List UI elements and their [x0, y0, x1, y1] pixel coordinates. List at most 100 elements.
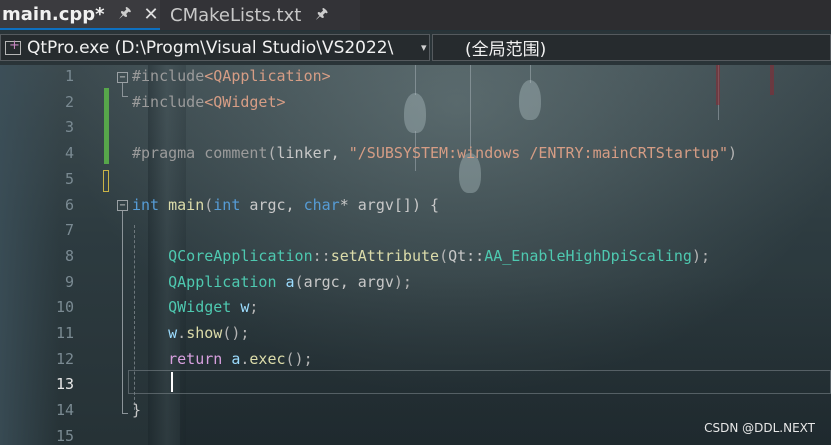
- pin-icon[interactable]: 🖈: [119, 2, 132, 26]
- line-number: 1: [64, 67, 74, 85]
- code-token: );: [393, 272, 412, 291]
- code-token: return: [168, 349, 223, 368]
- code-token: argc,: [240, 195, 304, 214]
- code-token: char: [303, 195, 340, 214]
- code-line[interactable]: 11 w.show();: [0, 320, 831, 346]
- code-token: w: [168, 324, 178, 342]
- code-token: QCoreApplication: [168, 246, 313, 265]
- code-text: QCoreApplication::setAttribute(Qt::AA_En…: [132, 243, 710, 269]
- code-line[interactable]: 9 QApplication a(argc, argv);: [0, 269, 831, 295]
- navigation-bar: QtPro.exe (D:\Progm\Visual Studio\VS2022…: [0, 31, 831, 65]
- code-token: exec: [249, 349, 286, 368]
- line-number: 9: [64, 272, 74, 291]
- code-token: AA_EnableHighDpiScaling: [484, 246, 692, 265]
- code-token: #include: [132, 92, 205, 111]
- tab-cmakelists[interactable]: CMakeLists.txt 🖈: [160, 0, 360, 30]
- code-line[interactable]: 2 #include<QWidget>: [0, 89, 831, 115]
- code-token: (: [294, 272, 304, 291]
- code-token: ();: [285, 349, 313, 368]
- code-text: #include<QWidget>: [132, 89, 286, 115]
- line-number: 13: [55, 375, 74, 394]
- tab-cmakelists-title: CMakeLists.txt: [170, 4, 302, 26]
- code-line[interactable]: 7: [0, 217, 831, 243]
- line-number: 12: [55, 349, 74, 368]
- code-token: #pragma comment: [132, 144, 268, 163]
- code-token: main: [168, 195, 205, 214]
- line-number: 2: [64, 92, 74, 111]
- code-line[interactable]: 14}: [0, 397, 831, 423]
- line-number: 14: [55, 401, 74, 420]
- code-token: ): [728, 144, 738, 163]
- project-icon: [5, 38, 21, 55]
- code-line[interactable]: 8 QCoreApplication::setAttribute(Qt::AA_…: [0, 243, 831, 269]
- code-token: int: [213, 195, 241, 214]
- code-text: int main(int argc, char* argv[]) {: [132, 192, 439, 218]
- code-token: linker,: [276, 144, 349, 163]
- line-number: 4: [64, 144, 74, 163]
- code-line[interactable]: 6 int main(int argc, char* argv[]) {: [0, 192, 831, 218]
- line-number: 7: [64, 221, 74, 240]
- project-dropdown[interactable]: QtPro.exe (D:\Progm\Visual Studio\VS2022…: [0, 34, 430, 61]
- code-token: ::: [312, 246, 331, 265]
- code-token: QWidget: [168, 298, 232, 317]
- close-icon[interactable]: ✕: [144, 4, 159, 25]
- code-token: a: [285, 272, 295, 291]
- code-text: return a.exec();: [132, 346, 313, 372]
- code-line[interactable]: 4 #pragma comment(linker, "/SUBSYSTEM:win…: [0, 140, 831, 166]
- chevron-down-icon[interactable]: ▾: [421, 41, 427, 54]
- code-token: "/SUBSYSTEM:windows /ENTRY:mainCRTStartu…: [348, 144, 729, 163]
- code-token: setAttribute: [330, 246, 440, 265]
- code-token: ;: [249, 298, 259, 317]
- watermark: CSDN @DDL.NEXT: [704, 421, 815, 435]
- code-text: QApplication a(argc, argv);: [132, 269, 412, 295]
- code-text: QWidget w;: [132, 294, 258, 320]
- line-number: 6: [64, 195, 74, 214]
- scope-dropdown[interactable]: (全局范围): [432, 34, 831, 61]
- tab-main-cpp[interactable]: main.cpp* 🖈 ✕: [0, 0, 160, 30]
- code-token: (: [439, 246, 449, 265]
- line-number: 15: [55, 426, 74, 445]
- line-number: 10: [55, 298, 74, 317]
- code-token: * argv[]) {: [339, 195, 440, 214]
- code-token: show: [186, 324, 223, 342]
- code-line[interactable]: 5: [0, 166, 831, 192]
- code-token: <QApplication>: [204, 67, 331, 85]
- code-token: int: [132, 195, 160, 214]
- code-token: ();: [222, 324, 250, 342]
- project-dropdown-label: QtPro.exe (D:\Progm\Visual Studio\VS2022…: [27, 37, 394, 58]
- code-token: }: [132, 401, 142, 420]
- code-token: );: [691, 246, 710, 265]
- code-token: <QWidget>: [204, 92, 286, 111]
- code-line[interactable]: 1 #include<QApplication>: [0, 65, 831, 89]
- code-editor[interactable]: − − 1 #include<QApplication> 2 #include<QWi…: [0, 65, 831, 445]
- code-text: #include<QApplication>: [132, 65, 331, 89]
- document-tab-bar: main.cpp* 🖈 ✕ CMakeLists.txt 🖈: [0, 0, 831, 30]
- code-token: #include: [132, 67, 205, 85]
- code-token: (: [267, 144, 277, 163]
- line-number: 5: [64, 169, 74, 188]
- code-token: QApplication: [168, 272, 277, 291]
- pin-icon[interactable]: 🖈: [315, 3, 328, 27]
- code-line[interactable]: 13: [0, 371, 831, 397]
- line-number: 11: [55, 324, 74, 342]
- scope-dropdown-label: (全局范围): [465, 40, 547, 60]
- code-line[interactable]: 10 QWidget w;: [0, 294, 831, 320]
- code-token: .: [177, 324, 187, 342]
- code-line[interactable]: 3: [0, 114, 831, 140]
- code-token: argc, argv: [303, 272, 394, 291]
- code-text: #pragma comment(linker, "/SUBSYSTEM:wind…: [132, 140, 737, 166]
- code-token: Qt::: [448, 246, 485, 265]
- code-line[interactable]: 12 return a.exec();: [0, 346, 831, 372]
- code-text: }: [132, 397, 141, 423]
- line-number: 8: [64, 246, 74, 265]
- tab-main-cpp-title: main.cpp*: [2, 3, 105, 25]
- code-text: w.show();: [132, 320, 249, 346]
